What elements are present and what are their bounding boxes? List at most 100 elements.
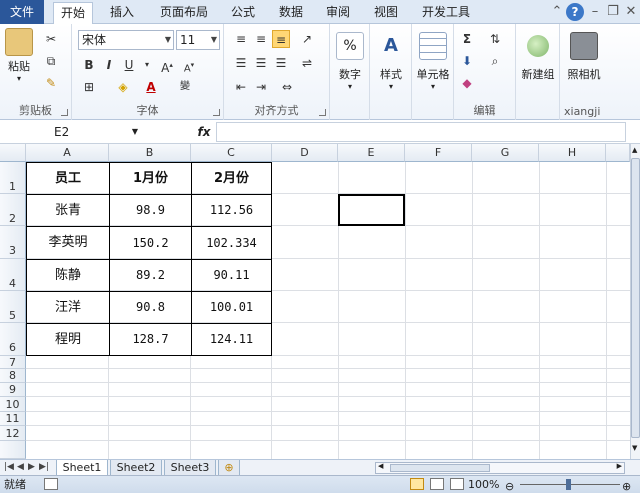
column-header-d[interactable]: D bbox=[272, 144, 338, 162]
paste-button[interactable]: 粘贴 ▾ bbox=[2, 28, 36, 83]
row-header[interactable]: 4 bbox=[0, 259, 26, 291]
table-cell-value[interactable]: 150.2 bbox=[110, 227, 191, 259]
row-header[interactable]: 7 bbox=[0, 356, 26, 369]
column-header-e[interactable]: E bbox=[338, 144, 405, 162]
find-select-icon[interactable]: ⌕ bbox=[486, 52, 504, 70]
align-left-icon[interactable]: ☰ bbox=[232, 54, 250, 72]
column-header-partial[interactable] bbox=[606, 144, 630, 162]
increase-font-icon[interactable]: A▴ bbox=[158, 56, 176, 75]
row-header[interactable]: 1 bbox=[0, 162, 26, 194]
tab-formulas[interactable]: 公式 bbox=[225, 0, 261, 24]
column-header-h[interactable]: H bbox=[539, 144, 606, 162]
underline-icon[interactable]: U bbox=[120, 56, 138, 74]
orientation-icon[interactable]: ↗ bbox=[298, 30, 316, 48]
bold-icon[interactable]: B bbox=[80, 56, 98, 74]
column-header-b[interactable]: B bbox=[109, 144, 191, 162]
borders-icon[interactable]: ⊞ bbox=[80, 78, 98, 96]
align-middle-icon[interactable]: ≡ bbox=[252, 30, 270, 48]
merge-center-icon[interactable]: ⇔ bbox=[278, 78, 296, 96]
table-cell-value[interactable]: 124.11 bbox=[192, 324, 271, 355]
decrease-font-icon[interactable]: A▾ bbox=[180, 56, 198, 74]
font-launcher-icon[interactable] bbox=[213, 109, 220, 116]
fill-color-icon[interactable]: ◈ bbox=[114, 78, 132, 96]
next-sheet-icon[interactable]: ▶ bbox=[28, 462, 35, 472]
fill-icon[interactable]: ⬇ bbox=[458, 52, 476, 70]
row-header[interactable]: 5 bbox=[0, 291, 26, 323]
row-header[interactable] bbox=[0, 441, 26, 459]
header-cell-employee[interactable]: 员工 bbox=[27, 163, 109, 194]
zoom-level[interactable]: 100% bbox=[468, 476, 499, 493]
table-cell-value[interactable]: 90.11 bbox=[192, 260, 271, 291]
row-header[interactable]: 9 bbox=[0, 383, 26, 397]
cut-icon[interactable]: ✂ bbox=[42, 30, 60, 48]
insert-sheet-icon[interactable]: ⊕ bbox=[218, 460, 240, 476]
copy-icon[interactable]: ⧉ bbox=[42, 52, 60, 70]
select-all-corner[interactable] bbox=[0, 144, 26, 162]
wrap-text-icon[interactable]: ⇌ bbox=[298, 54, 316, 72]
prev-sheet-icon[interactable]: ◀ bbox=[17, 462, 24, 472]
table-cell-name[interactable]: 陈静 bbox=[27, 260, 109, 291]
align-top-icon[interactable]: ≡ bbox=[232, 30, 250, 48]
table-cell-name[interactable]: 程明 bbox=[27, 324, 109, 355]
first-sheet-icon[interactable]: |◀ bbox=[4, 462, 14, 472]
tab-developer[interactable]: 开发工具 bbox=[415, 0, 477, 24]
zoom-slider-thumb[interactable] bbox=[566, 479, 571, 490]
page-layout-view-icon[interactable] bbox=[430, 478, 444, 490]
sheet-tab-1[interactable]: Sheet1 bbox=[56, 460, 108, 476]
row-header[interactable]: 3 bbox=[0, 226, 26, 259]
name-box[interactable]: E2 ▼ bbox=[2, 123, 142, 141]
header-cell-jan[interactable]: 1月份 bbox=[110, 163, 191, 194]
align-bottom-icon[interactable]: ≡ bbox=[272, 30, 290, 48]
scroll-thumb[interactable] bbox=[631, 158, 640, 438]
row-header[interactable]: 2 bbox=[0, 194, 26, 226]
align-right-icon[interactable]: ☰ bbox=[272, 54, 290, 72]
format-painter-icon[interactable]: ✎ bbox=[42, 74, 60, 92]
font-color-icon[interactable]: A bbox=[142, 78, 160, 96]
clipboard-launcher-icon[interactable] bbox=[61, 109, 68, 116]
window-restore-icon[interactable]: ❐ bbox=[604, 3, 622, 21]
number-format-button[interactable]: % 数字 ▾ bbox=[334, 32, 366, 91]
sort-filter-icon[interactable]: ⇅ bbox=[486, 30, 504, 48]
tab-data[interactable]: 数据 bbox=[273, 0, 309, 24]
alignment-launcher-icon[interactable] bbox=[319, 109, 326, 116]
table-cell-value[interactable]: 90.8 bbox=[110, 292, 191, 323]
clear-icon[interactable]: ◆ bbox=[458, 74, 476, 92]
cells-button[interactable]: 单元格 ▾ bbox=[414, 32, 452, 91]
normal-view-icon[interactable] bbox=[410, 478, 424, 490]
last-sheet-icon[interactable]: ▶| bbox=[39, 462, 49, 472]
increase-indent-icon[interactable]: ⇥ bbox=[252, 78, 270, 96]
tab-page-layout[interactable]: 页面布局 bbox=[153, 0, 215, 24]
zoom-in-icon[interactable]: ⊕ bbox=[622, 478, 631, 493]
italic-icon[interactable]: I bbox=[100, 56, 118, 74]
zoom-out-icon[interactable]: ⊖ bbox=[505, 478, 514, 493]
scroll-right-icon[interactable]: ▶ bbox=[617, 462, 622, 470]
font-size-select[interactable]: 11 ▼ bbox=[176, 30, 220, 50]
vertical-scrollbar[interactable]: ▲ ▼ bbox=[630, 144, 640, 459]
active-cell-e2[interactable] bbox=[338, 194, 405, 226]
tab-review[interactable]: 审阅 bbox=[320, 0, 356, 24]
table-cell-name[interactable]: 张青 bbox=[27, 195, 109, 226]
styles-button[interactable]: A 样式 ▾ bbox=[374, 32, 408, 91]
page-break-view-icon[interactable] bbox=[450, 478, 464, 490]
decrease-indent-icon[interactable]: ⇤ bbox=[232, 78, 250, 96]
table-cell-value[interactable]: 102.334 bbox=[192, 227, 271, 259]
sheet-tab-3[interactable]: Sheet3 bbox=[164, 460, 216, 476]
table-cell-value[interactable]: 128.7 bbox=[110, 324, 191, 355]
column-header-c[interactable]: C bbox=[191, 144, 272, 162]
tab-home[interactable]: 开始 bbox=[53, 2, 93, 25]
new-group-button[interactable]: 新建组 bbox=[518, 32, 558, 82]
header-cell-feb[interactable]: 2月份 bbox=[192, 163, 271, 194]
autosum-icon[interactable]: Σ bbox=[458, 30, 476, 48]
tab-file[interactable]: 文件 bbox=[0, 0, 44, 24]
scroll-left-icon[interactable]: ◀ bbox=[378, 462, 383, 470]
font-name-select[interactable]: 宋体 ▼ bbox=[78, 30, 174, 50]
tab-insert[interactable]: 插入 bbox=[103, 0, 141, 24]
scroll-thumb[interactable] bbox=[390, 464, 490, 472]
horizontal-scrollbar[interactable]: ◀ ▶ bbox=[375, 462, 625, 474]
scroll-up-icon[interactable]: ▲ bbox=[632, 146, 637, 154]
sheet-tab-2[interactable]: Sheet2 bbox=[110, 460, 162, 476]
table-cell-value[interactable]: 100.01 bbox=[192, 292, 271, 323]
column-header-f[interactable]: F bbox=[405, 144, 472, 162]
column-header-g[interactable]: G bbox=[472, 144, 539, 162]
camera-button[interactable]: 照相机 bbox=[562, 32, 606, 82]
